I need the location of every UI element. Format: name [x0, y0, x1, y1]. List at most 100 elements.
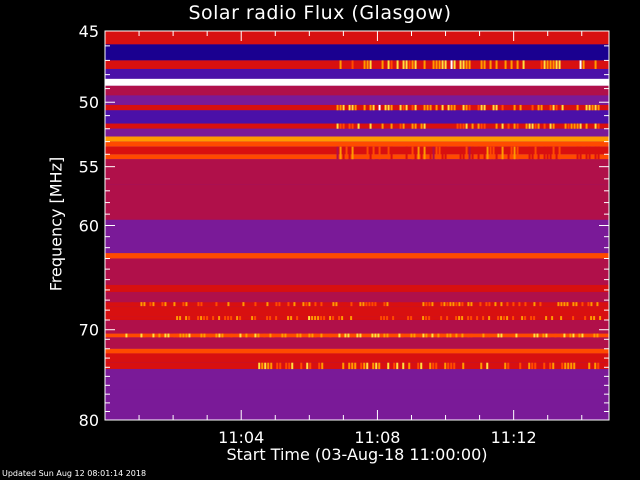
burst-2-stripe [552, 123, 555, 129]
burst-1-stripe [405, 104, 408, 111]
burst-6-stripe [272, 333, 275, 338]
burst-3-stripe [465, 146, 468, 160]
burst-7-stripe [429, 362, 432, 370]
burst-4-stripe [452, 302, 455, 307]
burst-6-stripe [308, 333, 311, 338]
burst-7-stripe [261, 362, 264, 370]
burst-7-stripe [372, 362, 375, 370]
burst-6-stripe [452, 333, 455, 338]
band-5 [105, 85, 609, 96]
burst-6-stripe [419, 333, 422, 338]
burst-4-stripe [599, 302, 602, 307]
burst-6-stripe [353, 333, 356, 338]
burst-6-stripe [512, 333, 515, 338]
burst-5-stripe [506, 316, 509, 320]
burst-5-stripe [590, 316, 593, 320]
burst-6-stripe [530, 333, 533, 338]
burst-6-stripe [380, 333, 383, 338]
burst-5-stripe [254, 316, 257, 320]
burst-5-stripe [386, 316, 389, 320]
burst-0-stripe [543, 60, 546, 69]
burst-1-stripe [426, 104, 429, 111]
burst-4-stripe [488, 302, 491, 307]
burst-4-stripe [242, 302, 245, 307]
burst-5-stripe [521, 316, 524, 320]
burst-5-stripe [545, 316, 548, 320]
burst-6-stripe [593, 333, 596, 338]
updated-timestamp: Updated Sun Aug 12 08:01:14 2018 [2, 469, 147, 478]
burst-4-stripe [512, 302, 515, 307]
burst-3-stripe [483, 146, 486, 160]
burst-6-stripe [545, 333, 548, 338]
burst-7-stripe [318, 362, 321, 370]
burst-4-stripe [383, 302, 386, 307]
burst-6-stripe [230, 333, 233, 338]
burst-0-stripe [351, 60, 354, 69]
burst-3-stripe [432, 146, 435, 160]
burst-3-stripe [411, 146, 414, 160]
burst-4-stripe [341, 302, 344, 307]
burst-7-stripe [264, 362, 267, 370]
burst-5-stripe [251, 316, 254, 320]
burst-6-stripe [422, 333, 425, 338]
burst-1-stripe [552, 104, 555, 111]
burst-1-stripe [519, 104, 522, 111]
burst-5-stripe [266, 316, 269, 320]
burst-3-stripe [405, 146, 408, 160]
burst-6-stripe [563, 333, 566, 338]
burst-5-stripe [524, 316, 527, 320]
burst-7-stripe [360, 362, 363, 370]
burst-7-stripe [567, 362, 570, 370]
burst-3-stripe [558, 146, 561, 160]
band-32 [105, 389, 609, 408]
burst-6-stripe [341, 333, 344, 338]
burst-7-stripe [597, 362, 600, 370]
band-2 [105, 60, 609, 69]
burst-3-stripe [537, 146, 540, 160]
burst-0-stripe [387, 60, 390, 69]
burst-3-stripe [348, 146, 351, 160]
burst-4-stripe [215, 302, 218, 307]
burst-6-stripe [500, 333, 503, 338]
burst-5-stripe [383, 316, 386, 320]
burst-3-stripe [513, 146, 516, 160]
burst-3-stripe [417, 146, 420, 160]
burst-2-stripe [537, 123, 540, 129]
band-33 [105, 407, 609, 420]
burst-7-stripe [543, 362, 546, 370]
burst-6-stripe [158, 333, 161, 338]
burst-6-stripe [263, 333, 266, 338]
burst-4-stripe [467, 302, 470, 307]
burst-3-stripe [594, 146, 597, 160]
burst-1-stripe [531, 104, 534, 111]
burst-4-stripe [362, 302, 365, 307]
burst-4-stripe [182, 302, 185, 307]
burst-3-stripe [588, 146, 591, 160]
burst-2-stripe [570, 123, 573, 129]
burst-2-stripe [336, 123, 339, 129]
burst-0-stripe [402, 60, 405, 69]
burst-4-stripe [461, 302, 464, 307]
burst-0-stripe [555, 60, 558, 69]
burst-1-stripe [402, 104, 405, 111]
spectrogram-page: Solar radio Flux (Glasgow) 11:04 11:08 11:… [0, 0, 640, 480]
band-29 [105, 353, 609, 363]
burst-7-stripe [348, 362, 351, 370]
burst-5-stripe [500, 316, 503, 320]
band-0 [105, 31, 609, 45]
burst-4-stripe [455, 302, 458, 307]
burst-3-stripe [495, 146, 498, 160]
burst-2-stripe [576, 123, 579, 129]
burst-7-stripe [276, 362, 279, 370]
burst-6-stripe [440, 333, 443, 338]
burst-2-stripe [579, 123, 582, 129]
burst-7-stripe [279, 362, 282, 370]
burst-0-stripe [480, 60, 483, 69]
burst-2-stripe [399, 123, 402, 129]
burst-4-stripe [587, 302, 590, 307]
burst-4-stripe [437, 302, 440, 307]
burst-4-stripe [431, 302, 434, 307]
burst-6-stripe [176, 333, 179, 338]
burst-6-stripe [257, 333, 260, 338]
burst-3-stripe [459, 146, 462, 160]
